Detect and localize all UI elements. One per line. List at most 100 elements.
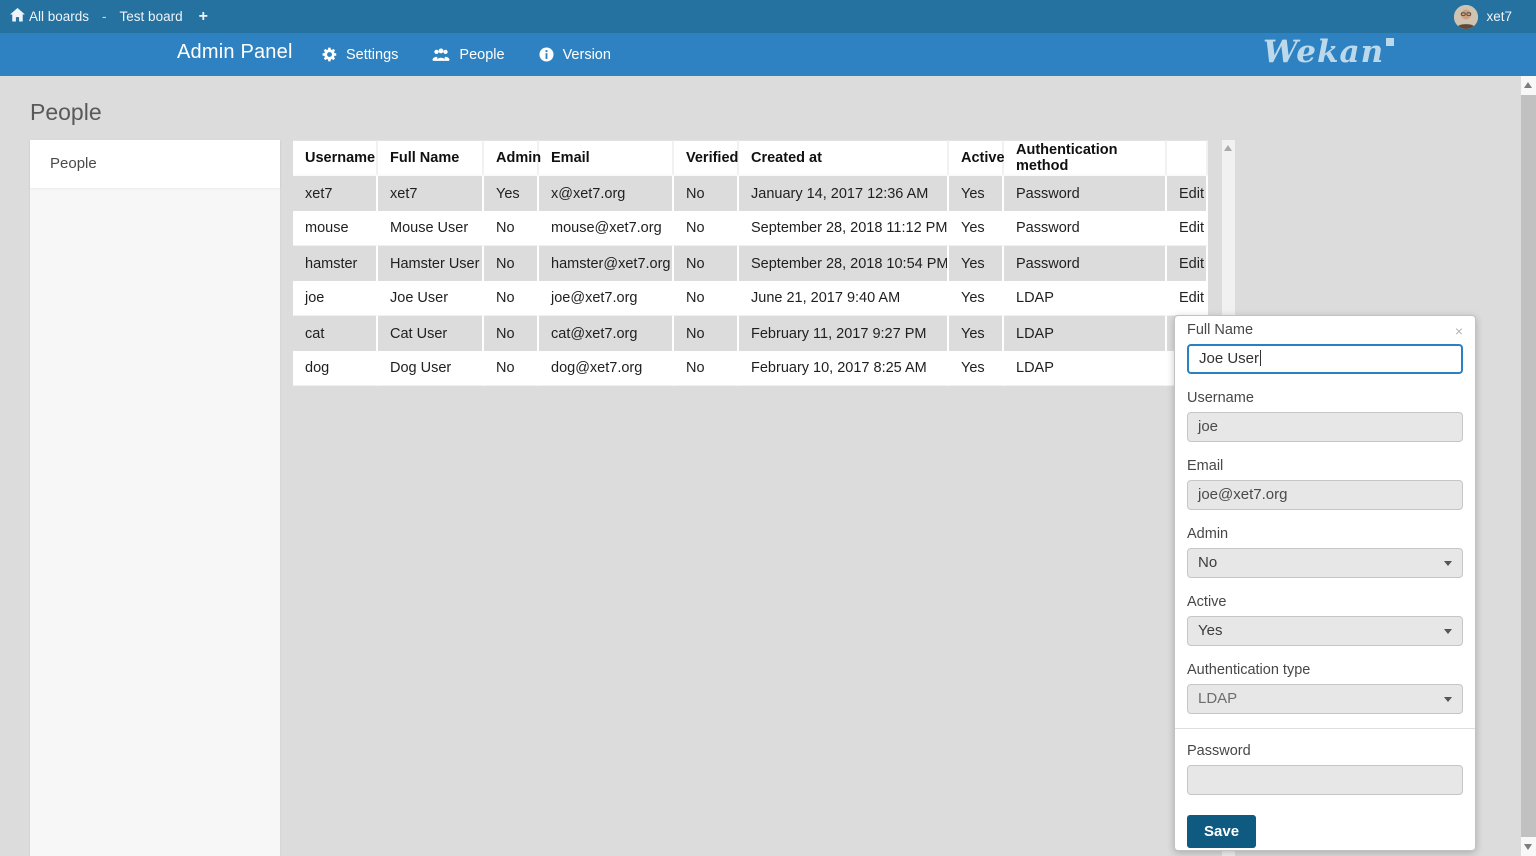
topbar-username[interactable]: xet7 <box>1486 9 1512 24</box>
nav-item-version[interactable]: Version <box>539 47 611 63</box>
people-icon <box>432 48 450 62</box>
full-name-input[interactable]: Joe User <box>1187 344 1463 374</box>
table-cell: Password <box>1004 176 1167 211</box>
col-header-email: Email <box>539 140 674 176</box>
table-cell: joe@xet7.org <box>539 281 674 316</box>
home-icon[interactable] <box>10 8 25 25</box>
chevron-down-icon <box>1444 697 1452 702</box>
popup-divider <box>1175 728 1475 729</box>
table-cell: Yes <box>484 176 539 211</box>
screen: All boards - Test board + xet7 Admin Pan… <box>0 0 1536 856</box>
table-cell-edit: Edit <box>1167 281 1208 316</box>
table-cell: mouse@xet7.org <box>539 211 674 246</box>
save-button[interactable]: Save <box>1187 815 1256 848</box>
top-bar: All boards - Test board + xet7 <box>0 0 1536 33</box>
people-table: Username Full Name Admin Email Verified … <box>293 140 1208 386</box>
table-cell: LDAP <box>1004 316 1167 351</box>
table-cell: xet7 <box>378 176 484 211</box>
table-cell: February 11, 2017 9:27 PM <box>739 316 949 351</box>
table-cell: LDAP <box>1004 281 1167 316</box>
scroll-up-icon[interactable] <box>1224 145 1232 151</box>
admin-select[interactable]: No <box>1187 548 1463 578</box>
nav-item-people[interactable]: People <box>432 47 504 63</box>
auth-type-label: Authentication type <box>1187 662 1463 678</box>
username-label: Username <box>1187 390 1463 406</box>
edit-link[interactable]: Edit <box>1179 186 1204 202</box>
table-cell: June 21, 2017 9:40 AM <box>739 281 949 316</box>
table-cell: LDAP <box>1004 351 1167 386</box>
email-input[interactable]: joe@xet7.org <box>1187 480 1463 510</box>
table-cell: No <box>484 351 539 386</box>
table-cell: Dog User <box>378 351 484 386</box>
table-cell: Yes <box>949 351 1004 386</box>
table-cell: Joe User <box>378 281 484 316</box>
add-board-button[interactable]: + <box>199 9 208 25</box>
table-cell: joe <box>293 281 378 316</box>
nav-version-label: Version <box>563 47 611 63</box>
username-input[interactable]: joe <box>1187 412 1463 442</box>
active-label: Active <box>1187 594 1463 610</box>
breadcrumb-board-name[interactable]: Test board <box>120 9 183 24</box>
table-cell: No <box>484 211 539 246</box>
edit-link[interactable]: Edit <box>1179 220 1204 236</box>
table-cell: x@xet7.org <box>539 176 674 211</box>
edit-link[interactable]: Edit <box>1179 290 1204 306</box>
logo-dot-icon <box>1386 38 1394 46</box>
table-cell: mouse <box>293 211 378 246</box>
table-cell: January 14, 2017 12:36 AM <box>739 176 949 211</box>
edit-link[interactable]: Edit <box>1179 256 1204 272</box>
email-label: Email <box>1187 458 1463 474</box>
nav-settings-label: Settings <box>346 47 398 63</box>
table-cell: Yes <box>949 211 1004 246</box>
table-cell: February 10, 2017 8:25 AM <box>739 351 949 386</box>
table-cell: No <box>674 211 739 246</box>
table-row: dogDog UserNodog@xet7.orgNoFebruary 10, … <box>293 351 1208 386</box>
table-cell-edit: Edit <box>1167 176 1208 211</box>
nav-item-settings[interactable]: Settings <box>322 47 398 63</box>
table-cell: No <box>674 281 739 316</box>
sidebar-item-people[interactable]: People <box>30 140 280 188</box>
password-input[interactable] <box>1187 765 1463 795</box>
scroll-down-icon[interactable] <box>1524 844 1532 850</box>
col-header-active: Active <box>949 140 1004 176</box>
scroll-up-icon[interactable] <box>1524 82 1532 88</box>
col-header-fullname: Full Name <box>378 140 484 176</box>
table-row: xet7xet7Yesx@xet7.orgNoJanuary 14, 2017 … <box>293 176 1208 211</box>
table-cell: Password <box>1004 211 1167 246</box>
col-header-username: Username <box>293 140 378 176</box>
close-icon[interactable]: × <box>1455 324 1463 338</box>
breadcrumb-separator: - <box>102 9 107 24</box>
chevron-down-icon <box>1444 629 1452 634</box>
table-row: mouseMouse UserNomouse@xet7.orgNoSeptemb… <box>293 211 1208 246</box>
col-header-verified: Verified <box>674 140 739 176</box>
col-header-auth-method: Authentication method <box>1004 140 1167 176</box>
table-cell: Yes <box>949 316 1004 351</box>
table-row: joeJoe UserNojoe@xet7.orgNoJune 21, 2017… <box>293 281 1208 316</box>
table-cell: dog@xet7.org <box>539 351 674 386</box>
table-cell-edit: Edit <box>1167 211 1208 246</box>
table-cell: Yes <box>949 246 1004 281</box>
page-title: People <box>30 99 102 126</box>
table-cell: cat <box>293 316 378 351</box>
table-cell: No <box>484 316 539 351</box>
nav-people-label: People <box>459 47 504 63</box>
text-caret <box>1260 350 1261 366</box>
full-name-label: Full Name <box>1187 322 1463 338</box>
table-cell: September 28, 2018 10:54 PM <box>739 246 949 281</box>
table-cell: cat@xet7.org <box>539 316 674 351</box>
table-cell: No <box>674 176 739 211</box>
avatar[interactable] <box>1454 5 1478 29</box>
breadcrumb-all-boards[interactable]: All boards <box>29 9 89 24</box>
col-header-edit <box>1167 140 1208 176</box>
active-select[interactable]: Yes <box>1187 616 1463 646</box>
table-row: catCat UserNocat@xet7.orgNoFebruary 11, … <box>293 316 1208 351</box>
table-row: hamsterHamster UserNohamster@xet7.orgNoS… <box>293 246 1208 281</box>
col-header-admin: Admin <box>484 140 539 176</box>
auth-type-select[interactable]: LDAP <box>1187 684 1463 714</box>
page-scrollbar[interactable] <box>1521 76 1536 856</box>
table-cell: dog <box>293 351 378 386</box>
scrollbar-thumb[interactable] <box>1521 95 1536 837</box>
people-table-body: xet7xet7Yesx@xet7.orgNoJanuary 14, 2017 … <box>293 176 1208 386</box>
table-cell: Yes <box>949 281 1004 316</box>
password-label: Password <box>1187 743 1463 759</box>
